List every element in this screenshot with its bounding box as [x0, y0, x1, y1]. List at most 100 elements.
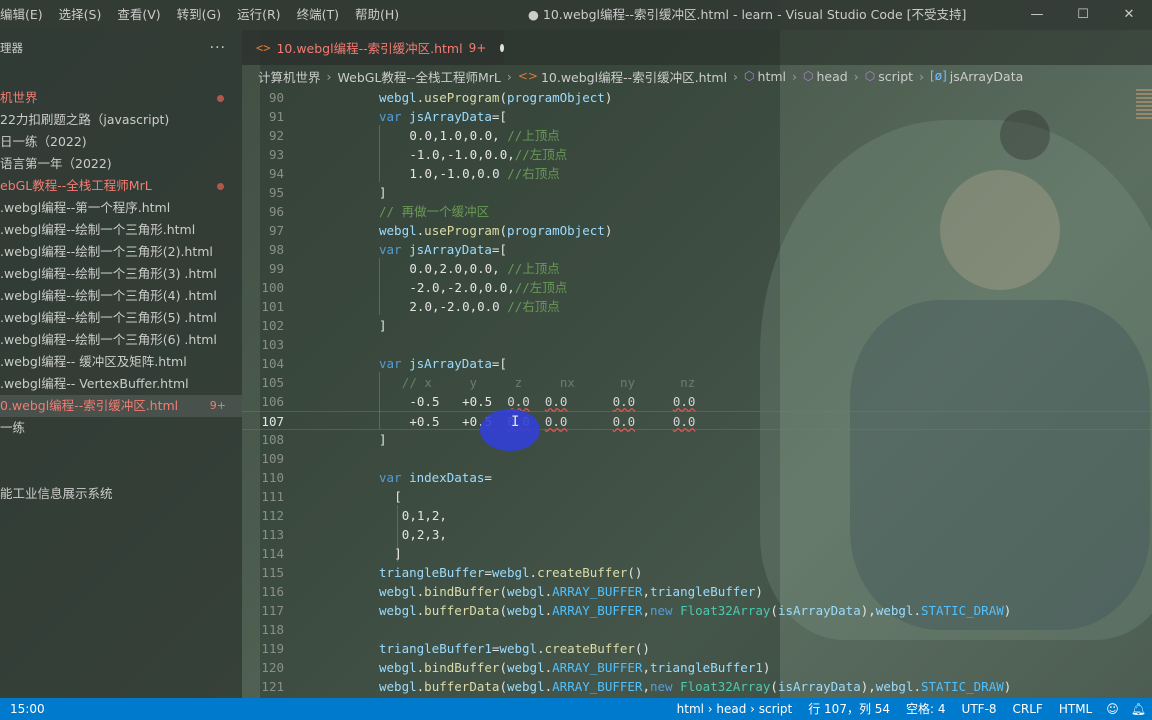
menu-item[interactable]: 帮助(H)	[347, 0, 407, 30]
file-tree-item[interactable]: 0.webgl编程--索引缓冲区.html 9+	[0, 395, 242, 417]
code-line[interactable]: 108]	[242, 430, 1152, 449]
code-line[interactable]: 102]	[242, 316, 1152, 335]
code-line[interactable]: 118	[242, 620, 1152, 639]
code-text: -1.0,-1.0,0.0,//左顶点	[409, 145, 567, 164]
status-language[interactable]: HTML	[1051, 698, 1100, 720]
file-tree-item[interactable]: ebGL教程--全栈工程师MrL	[0, 175, 242, 197]
code-token: (	[499, 603, 507, 618]
code-editor[interactable]: 90 webgl.useProgram(programObject) 91 var j…	[242, 87, 1152, 698]
code-token: new	[649, 679, 681, 694]
code-line[interactable]: 100 -2.0,-2.0,0.0,//左顶点	[242, 278, 1152, 297]
breadcrumb-item[interactable]: 计算机世界	[258, 67, 321, 86]
code-line[interactable]: 95]	[242, 183, 1152, 202]
menu-item[interactable]: 查看(V)	[109, 0, 168, 30]
file-tree-item[interactable]	[0, 461, 242, 483]
minimap[interactable]	[1136, 87, 1152, 207]
code-token: webgl	[379, 679, 417, 694]
code-line[interactable]: 97 webgl.useProgram(programObject)	[242, 221, 1152, 240]
code-token: 0.0	[544, 394, 568, 409]
code-token: useProgram	[424, 223, 500, 238]
breadcrumb-item[interactable]: html	[758, 69, 786, 84]
file-tree-item[interactable]: .webgl编程--绘制一个三角形(5) .html	[0, 307, 242, 329]
menu-item[interactable]: 转到(G)	[169, 0, 229, 30]
file-tree-item[interactable]: 能工业信息展示系统	[0, 483, 242, 505]
close-icon[interactable]: ✕	[1106, 0, 1152, 30]
code-line[interactable]: 116 webgl.bindBuffer(webgl.ARRAY_BUFFER,t…	[242, 582, 1152, 601]
code-line[interactable]: 90 webgl.useProgram(programObject)	[242, 88, 1152, 107]
breadcrumb-item[interactable]: jsArrayData	[950, 69, 1024, 84]
file-tree-item[interactable]: .webgl编程--绘制一个三角形(6) .html	[0, 329, 242, 351]
code-line[interactable]: 94 1.0,-1.0,0.0 //右顶点	[242, 164, 1152, 183]
status-cursor-position[interactable]: 行 107，列 54	[800, 698, 898, 720]
file-tree-item[interactable]: .webgl编程-- VertexBuffer.html	[0, 373, 242, 395]
code-line[interactable]: 110 var indexDatas=	[242, 468, 1152, 487]
breadcrumb-item[interactable]: head	[817, 69, 848, 84]
code-token: ()	[627, 565, 643, 580]
file-tree-item[interactable]: 语言第一年（2022)	[0, 153, 242, 175]
line-number: 101	[261, 299, 284, 314]
breadcrumb-item[interactable]: 10.webgl编程--索引缓冲区.html	[541, 67, 727, 86]
code-line[interactable]: 107 +0.5 +0.5 0.0 0.0 0.0 0.0	[242, 411, 1152, 430]
menu-item[interactable]: 运行(R)	[229, 0, 288, 30]
menu-item[interactable]: 选择(S)	[51, 0, 110, 30]
more-actions-icon[interactable]: ···	[210, 40, 226, 56]
file-tree-item[interactable]: 机世界	[0, 87, 242, 109]
file-tree-item[interactable]	[0, 439, 242, 461]
code-line[interactable]: 105 // x y z nx ny nz	[242, 373, 1152, 392]
code-line[interactable]: 92 0.0,1.0,0.0, //上顶点	[242, 126, 1152, 145]
code-line[interactable]: 104 var jsArrayData=[	[242, 354, 1152, 373]
code-line[interactable]: 109	[242, 449, 1152, 468]
code-token: 0.0	[507, 394, 530, 409]
code-line[interactable]: 103	[242, 335, 1152, 354]
code-line[interactable]: 99 0.0,2.0,0.0, //上顶点	[242, 259, 1152, 278]
minimap-line	[1136, 93, 1152, 95]
code-line[interactable]: 120 webgl.bindBuffer(webgl.ARRAY_BUFFER,t…	[242, 658, 1152, 677]
menu-item[interactable]: 编辑(E)	[0, 0, 51, 30]
status-encoding[interactable]: UTF-8	[954, 698, 1005, 720]
code-line[interactable]: 117 webgl.bufferData(webgl.ARRAY_BUFFER,n…	[242, 601, 1152, 620]
code-line[interactable]: 96 // 再做一个缓冲区	[242, 202, 1152, 221]
unsaved-dot-icon[interactable]	[500, 43, 504, 52]
bell-icon[interactable]: 🔔︎	[1125, 698, 1152, 720]
code-line[interactable]: 111 [	[242, 487, 1152, 506]
file-tree-item[interactable]: 一练	[0, 417, 242, 439]
code-line[interactable]: 114]	[242, 544, 1152, 563]
code-line[interactable]: 112 0,1,2,	[242, 506, 1152, 525]
code-line[interactable]: 93 -1.0,-1.0,0.0,//左顶点	[242, 145, 1152, 164]
file-tree-item[interactable]: .webgl编程--绘制一个三角形(4) .html	[0, 285, 242, 307]
file-tree-item[interactable]: .webgl编程--绘制一个三角形(3) .html	[0, 263, 242, 285]
file-tree-item[interactable]: .webgl编程--绘制一个三角形.html	[0, 219, 242, 241]
status-eol[interactable]: CRLF	[1005, 698, 1051, 720]
breadcrumb-item[interactable]: WebGL教程--全栈工程师MrL	[338, 67, 501, 86]
minimize-icon[interactable]: —	[1014, 0, 1060, 30]
chevron-right-icon: ›	[506, 68, 512, 84]
code-line[interactable]: 98 var jsArrayData=[	[242, 240, 1152, 259]
file-tree-item[interactable]: 日一练（2022)	[0, 131, 242, 153]
maximize-icon[interactable]: ☐	[1060, 0, 1106, 30]
code-text: webgl.bindBuffer(webgl.ARRAY_BUFFER,tria…	[379, 582, 763, 601]
code-line[interactable]: 91 var jsArrayData=[	[242, 107, 1152, 126]
file-tree-item[interactable]: .webgl编程-- 缓冲区及矩阵.html	[0, 351, 242, 373]
code-token: 2.0,-2.0,0.0	[409, 299, 508, 314]
code-line[interactable]: 119 triangleBuffer1=webgl.createBuffer()	[242, 639, 1152, 658]
file-tree-item[interactable]: 22力扣刷题之路（javascript)	[0, 109, 242, 131]
code-line[interactable]: 115 triangleBuffer=webgl.createBuffer()	[242, 563, 1152, 582]
code-line[interactable]: 121 webgl.bufferData(webgl.ARRAY_BUFFER,n…	[242, 677, 1152, 696]
code-token: .	[544, 603, 553, 618]
file-tree-item[interactable]: .webgl编程--第一个程序.html	[0, 197, 242, 219]
code-line[interactable]: 101 2.0,-2.0,0.0 //右顶点	[242, 297, 1152, 316]
file-tree-item[interactable]: .webgl编程--绘制一个三角形(2).html	[0, 241, 242, 263]
status-scope[interactable]: html › head › script	[669, 698, 801, 720]
feedback-icon[interactable]: ☺	[1100, 698, 1125, 720]
tab-active-file[interactable]: <> 10.webgl编程--索引缓冲区.html 9+	[242, 30, 504, 65]
line-number: 114	[261, 546, 284, 561]
breadcrumb-item[interactable]: script	[878, 69, 913, 84]
code-token: ]	[379, 318, 387, 333]
menu-item[interactable]: 终端(T)	[289, 0, 347, 30]
code-token: 1.0,-1.0,0.0	[409, 166, 508, 181]
file-tree: 机世界 22力扣刷题之路（javascript) 日一练（2022) 语言第一年（20…	[0, 87, 242, 505]
code-line[interactable]: 113 0,2,3,	[242, 525, 1152, 544]
code-line[interactable]: 106 -0.5 +0.5 0.0 0.0 0.0 0.0	[242, 392, 1152, 411]
status-indentation[interactable]: 空格: 4	[898, 698, 954, 720]
